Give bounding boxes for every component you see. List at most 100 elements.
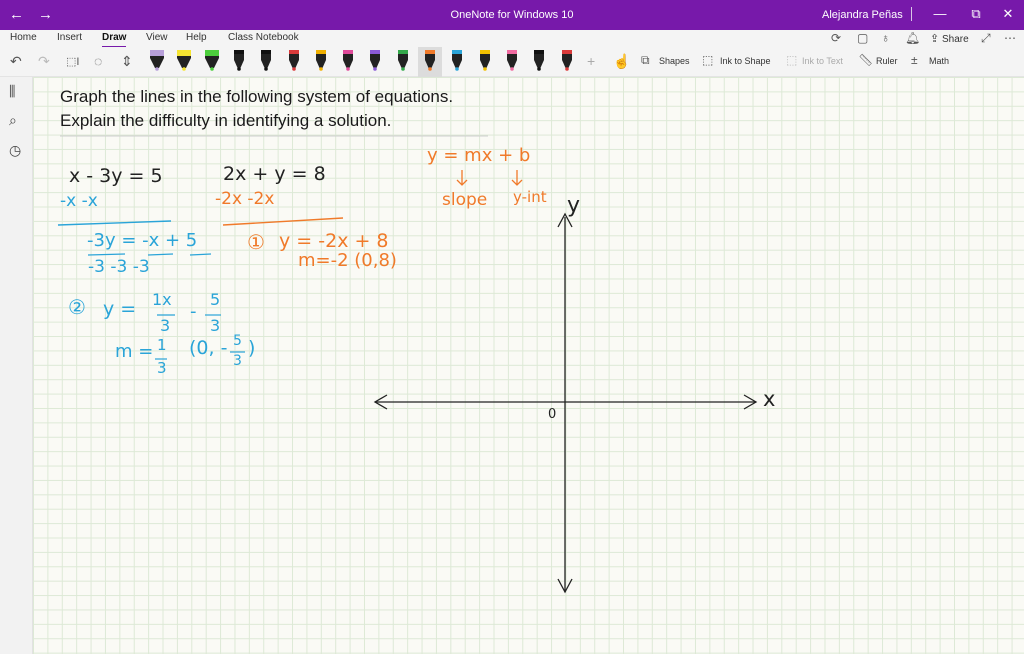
equation-1-intercept-open: (0, - (189, 337, 228, 359)
pen-icon (315, 50, 326, 71)
tab-draw[interactable]: Draw (102, 32, 127, 48)
pen-icon (534, 50, 545, 71)
equation-1-frac1-num: 1x (152, 290, 172, 309)
y-intercept-label: y-int (513, 188, 547, 206)
pen-swatch-2[interactable] (176, 50, 192, 74)
shapes-button[interactable]: Shapes (659, 56, 690, 66)
equation-1-result-left: y = (103, 298, 137, 320)
pen-icon (506, 50, 517, 71)
pen-icon (397, 50, 408, 71)
math-button[interactable]: Math (929, 56, 949, 66)
equation-2-result: y = -2x + 8 (279, 230, 389, 252)
origin-label: 0 (548, 407, 557, 422)
pen-swatch-1[interactable] (149, 50, 165, 74)
slope-label: slope (442, 190, 488, 210)
share-icon: ⇪ (930, 33, 940, 45)
restore-icon[interactable]: ⧉ (966, 6, 986, 22)
pen-swatch-11[interactable] (418, 47, 442, 77)
ink-to-shape-button[interactable]: Ink to Shape (720, 56, 771, 66)
recent-icon[interactable]: ◷ (9, 142, 21, 159)
user-name[interactable]: Alejandra Peñas (822, 9, 903, 21)
expand-icon[interactable]: ⤢ (981, 31, 991, 46)
tab-class-notebook[interactable]: Class Notebook (228, 32, 299, 43)
equation-1-frac2-den: 3 (210, 316, 221, 335)
highlighter-icon (177, 50, 192, 71)
draw-toolbar: ↶ ↷ ⬚I ◌ ⇕ + ☝ ⧉ Shapes ⬚ Ink to Shape ⬚… (0, 47, 1024, 77)
tab-home[interactable]: Home (10, 32, 37, 43)
pen-swatch-7[interactable] (313, 50, 329, 74)
pen-icon (561, 50, 572, 71)
pen-swatch-5[interactable] (258, 50, 274, 74)
sync-icon[interactable]: ⟳ (831, 31, 841, 45)
tab-insert[interactable]: Insert (57, 32, 82, 43)
equation-1-divide-numerator: -3y = -x + 5 (87, 230, 198, 251)
undo-icon[interactable]: ↶ (10, 53, 22, 70)
equation-1-slope-label: m = (115, 341, 154, 362)
more-icon[interactable]: ⋯ (1004, 31, 1016, 45)
equation-1-intercept-num: 5 (233, 333, 242, 349)
equation-2-slope-intercept: m=-2 (0,8) (298, 250, 397, 271)
y-axis-label: y (567, 193, 581, 218)
ink-to-shape-icon[interactable]: ⬚ (702, 53, 713, 67)
pen-icon (343, 50, 354, 71)
equation-1-divide-denominator: -3 -3 -3 (88, 257, 150, 277)
pen-swatch-10[interactable] (395, 50, 411, 74)
equation-2: 2x + y = 8 (223, 163, 326, 185)
add-space-icon[interactable]: ⇕ (121, 53, 133, 70)
add-pen-icon[interactable]: + (587, 53, 595, 69)
highlighter-icon (150, 50, 164, 71)
pen-swatch-3[interactable] (204, 50, 220, 74)
step-2-marker: ② (68, 295, 86, 319)
notebooks-icon[interactable]: ▢ (857, 31, 868, 45)
touch-draw-icon[interactable]: ☝ (613, 53, 630, 70)
math-icon[interactable]: ± (911, 53, 918, 67)
step-1-marker: ① (247, 230, 265, 254)
ink-to-text-icon[interactable]: ⬚ (786, 53, 797, 67)
equation-1-frac2-num: 5 (210, 290, 221, 309)
equation-1-minus: - (190, 301, 197, 322)
close-icon[interactable]: ✕ (998, 6, 1018, 22)
pen-swatch-16[interactable] (559, 50, 575, 74)
tab-help[interactable]: Help (186, 32, 207, 43)
pen-icon (370, 50, 381, 71)
pen-swatch-9[interactable] (367, 50, 383, 74)
pen-icon (261, 50, 272, 71)
x-axis-label: x (763, 387, 776, 411)
lightbulb-icon[interactable]: ♁ (881, 31, 890, 45)
bell-icon[interactable]: 🔔︎ (905, 31, 920, 45)
pen-swatch-13[interactable] (477, 50, 493, 74)
equation-1-intercept-den: 3 (233, 353, 242, 369)
search-icon[interactable]: ⌕ (9, 112, 17, 129)
shapes-icon[interactable]: ⧉ (641, 53, 650, 68)
pen-swatch-14[interactable] (504, 50, 520, 74)
pen-icon (425, 50, 435, 71)
ruler-icon[interactable]: 📏︎ (858, 53, 873, 67)
ink-to-text-button[interactable]: Ink to Text (802, 56, 843, 66)
pen-swatch-8[interactable] (340, 50, 356, 74)
nav-sidebar: ⫼ ⌕ ◷ (0, 77, 33, 654)
equation-1-slope-den: 3 (157, 359, 167, 377)
pen-swatch-15[interactable] (531, 50, 547, 74)
tab-view[interactable]: View (146, 32, 168, 43)
highlighter-icon (204, 50, 219, 71)
pen-swatch-4[interactable] (231, 50, 247, 74)
redo-icon[interactable]: ↷ (38, 53, 50, 70)
ribbon-tabs: Home Insert Draw View Help Class Noteboo… (0, 30, 1024, 48)
lasso-select-icon[interactable]: ◌ (94, 53, 102, 69)
pen-icon (288, 50, 299, 71)
ruler-button[interactable]: Ruler (876, 56, 898, 66)
pen-swatch-12[interactable] (449, 50, 465, 74)
title-divider (911, 7, 912, 21)
equation-1-frac1-den: 3 (160, 316, 171, 335)
notebooks-list-icon[interactable]: ⫼ (9, 83, 15, 100)
equation-2-subtract: -2x -2x (215, 189, 275, 209)
slope-intercept-form: y = mx + b (427, 145, 531, 166)
pen-swatch-6[interactable] (286, 50, 302, 74)
share-label: Share (942, 34, 969, 45)
pen-icon (452, 50, 463, 71)
pen-icon (479, 50, 490, 71)
note-canvas[interactable]: Graph the lines in the following system … (33, 77, 1024, 654)
type-select-icon[interactable]: ⬚I (66, 55, 79, 68)
minimize-icon[interactable]: — (930, 6, 950, 21)
share-button[interactable]: ⇪ Share (930, 32, 969, 45)
